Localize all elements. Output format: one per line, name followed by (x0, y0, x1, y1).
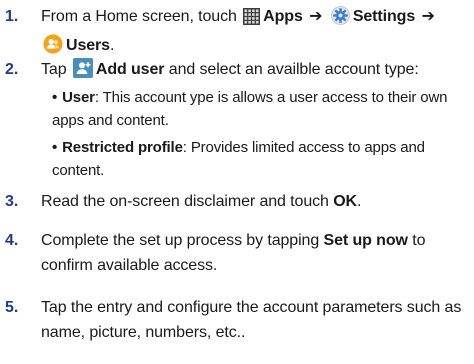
step-text-segment: Read the on-screen disclaimer and touch (41, 193, 329, 210)
step-text: Complete the set up process by tapping S… (41, 228, 468, 278)
arrow-icon: ➔ (309, 8, 323, 25)
step-text: Tap Add user and select an availble acco… (41, 57, 468, 86)
add-user-label: Add user (95, 61, 165, 78)
step-number: 4. (5, 232, 19, 249)
punctuation: . (357, 193, 362, 210)
step-text-segment: and select an availble account type: (168, 61, 419, 78)
arrow-icon: ➔ (421, 8, 435, 25)
step-text: Tap the entry and configure the account … (41, 295, 468, 345)
step-number: 5. (5, 299, 19, 316)
bullet-term: User (62, 89, 95, 106)
apps-grid-icon (243, 8, 261, 33)
step-text-segment: Tap the entry and configure the account … (41, 299, 462, 341)
bullet-restricted-profile: • Restricted profile: Provides limited ac… (52, 136, 468, 182)
step-number: 2. (5, 61, 19, 78)
step-text-segment: Complete the set up process by tapping (41, 232, 320, 249)
step-text-segment: Tap (41, 61, 67, 78)
bullet-icon: • (52, 89, 58, 106)
bullet-term: Restricted profile (62, 139, 183, 156)
bullet-text: : This account ype is allows a user acce… (52, 89, 448, 129)
settings-gear-icon (330, 6, 350, 33)
add-user-icon (72, 58, 93, 86)
step-text: Read the on-screen disclaimer and touch … (41, 189, 468, 214)
manual-page: { "steps": [ { "number": "1.", "parts": … (0, 0, 474, 364)
apps-label: Apps (263, 8, 303, 25)
bullet-icon: • (52, 139, 58, 156)
users-label: Users (66, 37, 110, 54)
step-number: 1. (5, 8, 19, 25)
step-text: From a Home screen, touch Apps ➔ Setting… (41, 4, 468, 62)
bullet-user: • User: This account ype is allows a user… (52, 86, 468, 132)
ok-label: OK (333, 193, 357, 210)
step-text-segment: From a Home screen, touch (41, 8, 237, 25)
step-number: 3. (5, 193, 19, 210)
set-up-now-label: Set up now (323, 232, 408, 249)
settings-label: Settings (352, 8, 416, 25)
punctuation: . (109, 37, 115, 54)
